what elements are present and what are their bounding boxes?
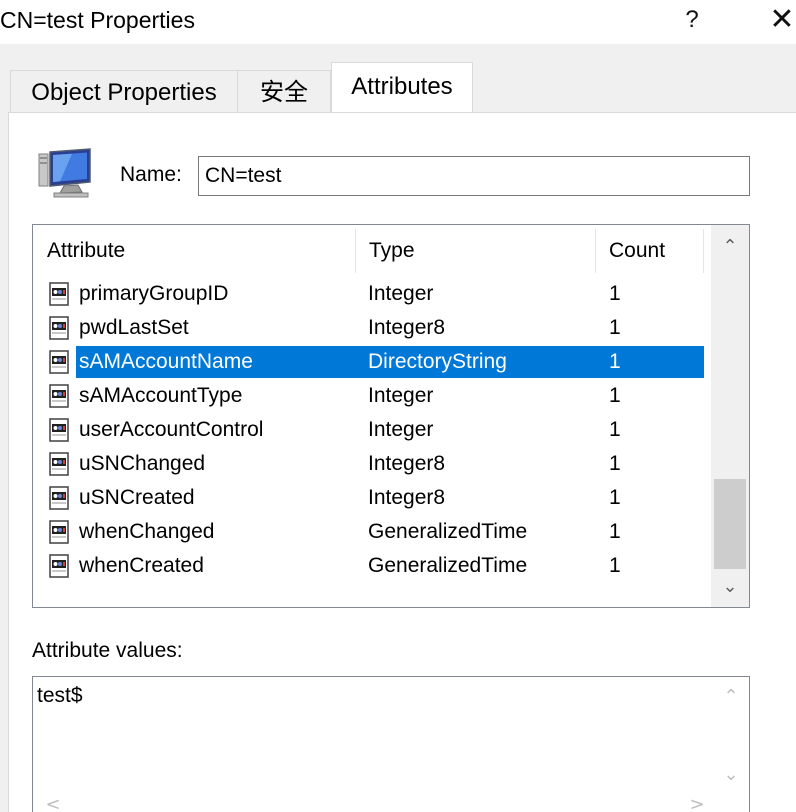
scroll-down-button[interactable]: ⌄ bbox=[711, 565, 749, 607]
name-field[interactable]: CN=test bbox=[198, 156, 750, 196]
values-vertical-scrollbar[interactable]: ⌃ ⌄ bbox=[713, 677, 749, 799]
attribute-name: sAMAccountType bbox=[79, 384, 243, 407]
attribute-icon bbox=[49, 452, 69, 476]
tab-security[interactable]: 安全 bbox=[237, 70, 331, 114]
table-row[interactable]: whenChanged GeneralizedTime 1 bbox=[33, 515, 703, 549]
column-header-attribute[interactable]: Attribute bbox=[33, 225, 355, 275]
attribute-icon bbox=[49, 384, 69, 408]
values-scroll-up-button[interactable]: ⌃ bbox=[713, 677, 749, 717]
values-scroll-right-button[interactable]: > bbox=[679, 795, 715, 812]
attribute-icon bbox=[49, 316, 69, 340]
computer-icon bbox=[38, 148, 91, 198]
scroll-thumb[interactable] bbox=[714, 479, 746, 569]
table-row[interactable]: whenCreated GeneralizedTime 1 bbox=[33, 549, 703, 583]
attribute-list[interactable]: Attribute Type Count primaryGroupID Integ… bbox=[32, 224, 750, 608]
list-header: Attribute Type Count bbox=[33, 225, 704, 275]
column-divider[interactable] bbox=[703, 229, 704, 273]
table-row[interactable]: uSNCreated Integer8 1 bbox=[33, 481, 703, 515]
attribute-count: 1 bbox=[609, 486, 621, 509]
table-row[interactable]: uSNChanged Integer8 1 bbox=[33, 447, 703, 481]
close-button[interactable]: ✕ bbox=[764, 0, 796, 40]
attribute-icon bbox=[49, 520, 69, 544]
attribute-name: uSNCreated bbox=[79, 486, 195, 509]
attribute-name: whenCreated bbox=[79, 554, 204, 577]
attribute-icon bbox=[49, 350, 69, 374]
attribute-name: primaryGroupID bbox=[79, 282, 229, 305]
attribute-type: Integer8 bbox=[368, 486, 446, 509]
attribute-type: Integer bbox=[368, 282, 434, 305]
attribute-icon bbox=[49, 282, 69, 306]
attribute-count: 1 bbox=[609, 350, 621, 373]
attribute-type: GeneralizedTime bbox=[368, 554, 528, 577]
tab-object-properties[interactable]: Object Properties bbox=[10, 70, 238, 114]
attribute-count: 1 bbox=[609, 554, 621, 577]
values-scroll-down-button[interactable]: ⌄ bbox=[713, 755, 749, 795]
table-row[interactable]: pwdLastSet Integer8 1 bbox=[33, 311, 703, 345]
list-scrollbar[interactable]: ⌃ ⌄ bbox=[711, 225, 749, 607]
attribute-count: 1 bbox=[609, 282, 621, 305]
attribute-type: Integer8 bbox=[368, 452, 446, 475]
values-horizontal-scrollbar[interactable]: < > bbox=[33, 795, 749, 812]
attribute-icon bbox=[49, 418, 69, 442]
table-row[interactable]: primaryGroupID Integer 1 bbox=[33, 277, 703, 311]
values-scroll-left-button[interactable]: < bbox=[35, 795, 71, 812]
attribute-name: pwdLastSet bbox=[79, 316, 189, 339]
attribute-values-box[interactable]: test$ ⌃ ⌄ < > bbox=[32, 676, 750, 812]
attribute-name: sAMAccountName bbox=[79, 350, 253, 373]
attribute-type: GeneralizedTime bbox=[368, 520, 528, 543]
column-header-type[interactable]: Type bbox=[355, 225, 595, 275]
help-button[interactable]: ? bbox=[672, 0, 712, 40]
attribute-count: 1 bbox=[609, 316, 621, 339]
attribute-count: 1 bbox=[609, 384, 621, 407]
window-title: CN=test Properties bbox=[0, 7, 195, 33]
attribute-count: 1 bbox=[609, 418, 621, 441]
table-row[interactable]: userAccountControl Integer 1 bbox=[33, 413, 703, 447]
table-row[interactable]: sAMAccountType Integer 1 bbox=[33, 379, 703, 413]
attribute-type: Integer8 bbox=[368, 316, 446, 339]
column-header-count[interactable]: Count bbox=[595, 225, 703, 275]
scroll-up-button[interactable]: ⌃ bbox=[711, 225, 749, 269]
attribute-name: whenChanged bbox=[79, 520, 215, 543]
attribute-icon bbox=[49, 554, 69, 578]
title-bar: CN=test Properties ? ✕ bbox=[0, 0, 796, 44]
attribute-values-label: Attribute values: bbox=[32, 639, 183, 662]
name-label: Name: bbox=[120, 163, 182, 186]
table-row[interactable]: sAMAccountName DirectoryString 1 bbox=[33, 345, 704, 379]
tab-attributes[interactable]: Attributes bbox=[331, 62, 473, 112]
attribute-count: 1 bbox=[609, 452, 621, 475]
attribute-name: userAccountControl bbox=[79, 418, 264, 441]
attribute-name: uSNChanged bbox=[79, 452, 206, 475]
attribute-count: 1 bbox=[609, 520, 621, 543]
attribute-type: Integer bbox=[368, 418, 434, 441]
attribute-value-text: test$ bbox=[37, 684, 83, 707]
attribute-type: Integer bbox=[368, 384, 434, 407]
attribute-icon bbox=[49, 486, 69, 510]
attribute-type: DirectoryString bbox=[368, 350, 507, 373]
